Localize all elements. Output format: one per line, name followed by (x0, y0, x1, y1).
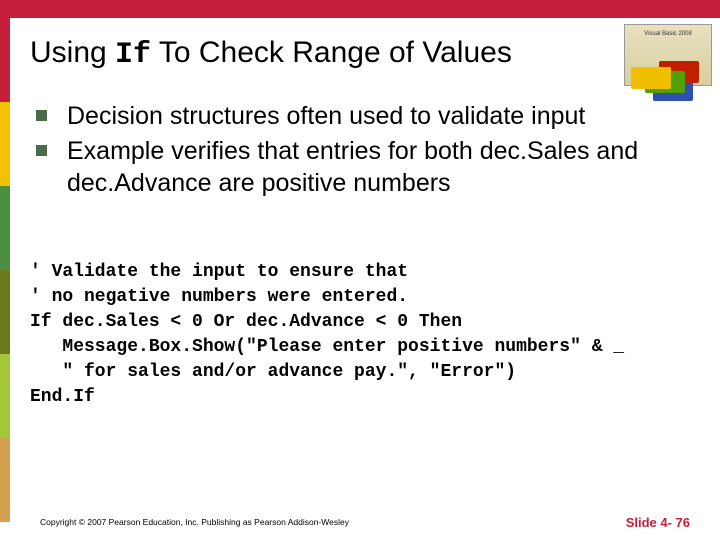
left-color-strip (0, 18, 10, 522)
code-line: ' Validate the input to ensure that (30, 262, 408, 282)
sidebar-seg (0, 270, 10, 354)
code-line: ' no negative numbers were entered. (30, 287, 408, 307)
top-accent-bar (0, 0, 720, 18)
sidebar-seg (0, 102, 10, 186)
bullet-text: Decision structures often used to valida… (67, 100, 585, 133)
bullet-text: Example verifies that entries for both d… (67, 135, 700, 200)
slide-content: Using If To Check Range of Values Decisi… (10, 18, 720, 522)
code-line: If dec.Sales < 0 Or dec.Advance < 0 Then (30, 312, 462, 332)
title-suffix: To Check Range of Values (151, 36, 512, 69)
square-bullet-icon (36, 145, 47, 156)
sidebar-seg (0, 18, 10, 102)
title-prefix: Using (30, 36, 115, 69)
code-line: End.If (30, 387, 95, 407)
slide-title: Using If To Check Range of Values (30, 36, 700, 72)
copyright-text: Copyright © 2007 Pearson Education, Inc.… (40, 517, 349, 527)
list-item: Example verifies that entries for both d… (36, 135, 700, 200)
code-block: ' Validate the input to ensure that ' no… (30, 260, 700, 411)
sidebar-seg (0, 354, 10, 438)
slide-number: Slide 4- 76 (626, 515, 690, 530)
code-line: Message.Box.Show("Please enter positive … (30, 337, 624, 357)
list-item: Decision structures often used to valida… (36, 100, 700, 133)
sidebar-seg (0, 186, 10, 270)
bullet-list: Decision structures often used to valida… (36, 100, 700, 200)
title-code-word: If (115, 38, 151, 72)
footer: Copyright © 2007 Pearson Education, Inc.… (0, 510, 720, 540)
code-line: " for sales and/or advance pay.", "Error… (30, 362, 516, 382)
square-bullet-icon (36, 110, 47, 121)
